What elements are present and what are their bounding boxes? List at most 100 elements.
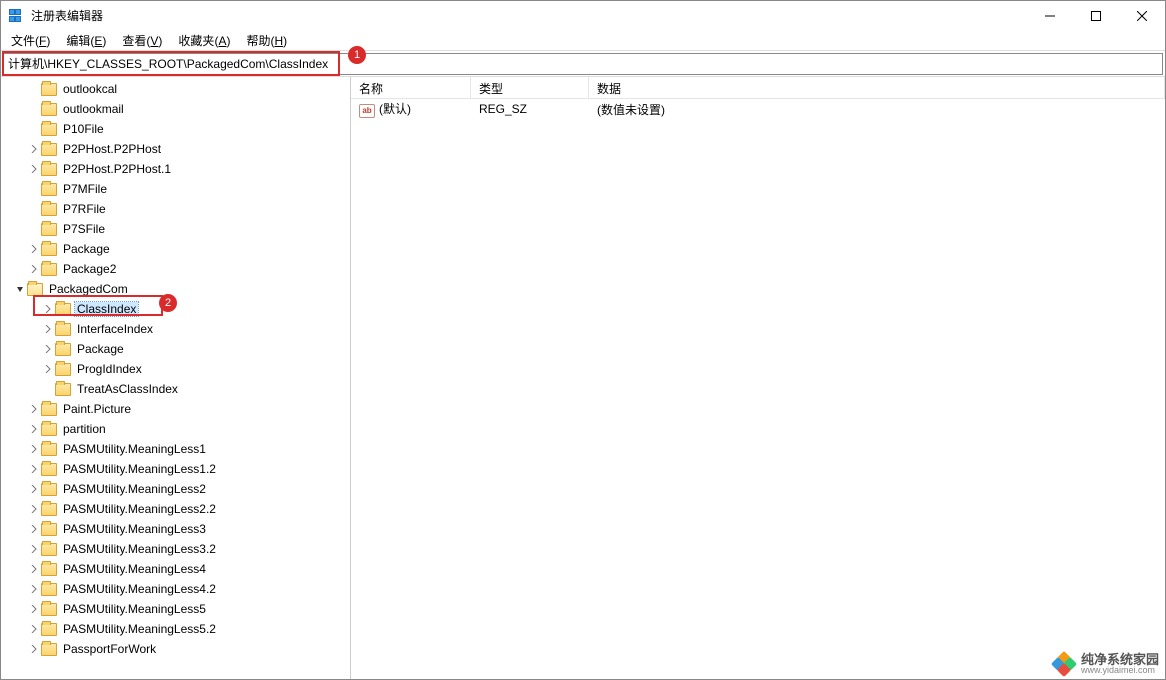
chevron-right-icon[interactable] [41, 345, 55, 353]
tree-item-label: ClassIndex [75, 302, 138, 316]
tree-item-label: PASMUtility.MeaningLess5.2 [61, 622, 218, 636]
value-row[interactable]: ab(默认)REG_SZ(数值未设置) [351, 99, 1165, 119]
tree-item[interactable]: PASMUtility.MeaningLess5 [1, 599, 350, 619]
folder-icon [41, 543, 57, 556]
folder-icon [55, 343, 71, 356]
values-header: 名称 类型 数据 [351, 77, 1165, 99]
tree-item-label: Package [61, 242, 112, 256]
chevron-right-icon[interactable] [27, 425, 41, 433]
tree-item[interactable]: partition [1, 419, 350, 439]
tree-item-label: InterfaceIndex [75, 322, 155, 336]
menu-bar: 文件(F) 编辑(E) 查看(V) 收藏夹(A) 帮助(H) [1, 31, 1165, 51]
value-data: (数值未设置) [589, 101, 1165, 118]
chevron-right-icon[interactable] [27, 505, 41, 513]
tree-item[interactable]: PASMUtility.MeaningLess3 [1, 519, 350, 539]
col-header-data[interactable]: 数据 [589, 77, 1165, 98]
chevron-right-icon[interactable] [41, 365, 55, 373]
tree-item[interactable]: TreatAsClassIndex [1, 379, 350, 399]
chevron-right-icon[interactable] [27, 605, 41, 613]
tree-item[interactable]: P10File [1, 119, 350, 139]
chevron-right-icon[interactable] [27, 465, 41, 473]
tree-item[interactable]: ClassIndex [1, 299, 350, 319]
tree-item[interactable]: InterfaceIndex [1, 319, 350, 339]
folder-icon [41, 583, 57, 596]
chevron-right-icon[interactable] [27, 525, 41, 533]
tree-item[interactable]: P7SFile [1, 219, 350, 239]
tree-item-label: P7RFile [61, 202, 108, 216]
tree-item-label: Paint.Picture [61, 402, 133, 416]
tree-item-label: PASMUtility.MeaningLess4.2 [61, 582, 218, 596]
tree-item[interactable]: PassportForWork [1, 639, 350, 659]
tree-item-label: PackagedCom [47, 282, 130, 296]
menu-favorites[interactable]: 收藏夹(A) [172, 30, 236, 51]
menu-edit[interactable]: 编辑(E) [60, 30, 112, 51]
tree-item-label: PASMUtility.MeaningLess5 [61, 602, 208, 616]
chevron-right-icon[interactable] [27, 165, 41, 173]
col-header-type[interactable]: 类型 [471, 77, 589, 98]
address-input[interactable] [3, 53, 1163, 75]
tree-item[interactable]: PackagedCom [1, 279, 350, 299]
chevron-right-icon[interactable] [27, 445, 41, 453]
minimize-button[interactable] [1027, 1, 1073, 30]
tree-item[interactable]: Package [1, 239, 350, 259]
folder-icon [41, 143, 57, 156]
chevron-right-icon[interactable] [27, 545, 41, 553]
chevron-down-icon[interactable] [13, 285, 27, 293]
folder-icon [27, 283, 43, 296]
tree-item[interactable]: PASMUtility.MeaningLess1.2 [1, 459, 350, 479]
tree-item[interactable]: P2PHost.P2PHost [1, 139, 350, 159]
tree-item[interactable]: P7MFile [1, 179, 350, 199]
chevron-right-icon[interactable] [27, 485, 41, 493]
tree-item[interactable]: Package [1, 339, 350, 359]
tree-item-label: outlookcal [61, 82, 119, 96]
col-header-name[interactable]: 名称 [351, 77, 471, 98]
folder-icon [41, 463, 57, 476]
chevron-right-icon[interactable] [27, 145, 41, 153]
chevron-right-icon[interactable] [27, 245, 41, 253]
tree-item[interactable]: P7RFile [1, 199, 350, 219]
tree-item[interactable]: PASMUtility.MeaningLess4 [1, 559, 350, 579]
tree-item-label: P7SFile [61, 222, 107, 236]
chevron-right-icon[interactable] [27, 645, 41, 653]
folder-icon [41, 643, 57, 656]
folder-icon [41, 123, 57, 136]
tree-item[interactable]: Paint.Picture [1, 399, 350, 419]
chevron-right-icon[interactable] [27, 625, 41, 633]
tree-item-label: P10File [61, 122, 106, 136]
folder-icon [55, 323, 71, 336]
tree-item-label: PASMUtility.MeaningLess3.2 [61, 542, 218, 556]
values-body[interactable]: ab(默认)REG_SZ(数值未设置) [351, 99, 1165, 679]
maximize-button[interactable] [1073, 1, 1119, 30]
tree-item-label: PASMUtility.MeaningLess1.2 [61, 462, 218, 476]
chevron-right-icon[interactable] [27, 585, 41, 593]
tree-pane[interactable]: outlookcal outlookmail P10File P2PHost.P2PH… [1, 77, 351, 679]
chevron-right-icon[interactable] [27, 265, 41, 273]
tree-item[interactable]: outlookcal [1, 79, 350, 99]
menu-view[interactable]: 查看(V) [116, 30, 168, 51]
tree-item-label: Package2 [61, 262, 118, 276]
tree-item[interactable]: PASMUtility.MeaningLess2.2 [1, 499, 350, 519]
chevron-right-icon[interactable] [27, 565, 41, 573]
tree-item[interactable]: Package2 [1, 259, 350, 279]
chevron-right-icon[interactable] [41, 325, 55, 333]
window-controls [1027, 1, 1165, 30]
tree-item[interactable]: PASMUtility.MeaningLess3.2 [1, 539, 350, 559]
value-type: REG_SZ [471, 102, 589, 116]
tree-item[interactable]: ProgIdIndex [1, 359, 350, 379]
chevron-right-icon[interactable] [41, 305, 55, 313]
tree-item-label: PASMUtility.MeaningLess2 [61, 482, 208, 496]
tree-item[interactable]: PASMUtility.MeaningLess5.2 [1, 619, 350, 639]
title-bar: 注册表编辑器 [1, 1, 1165, 31]
tree-item-label: PassportForWork [61, 642, 158, 656]
menu-help[interactable]: 帮助(H) [240, 30, 293, 51]
folder-icon [55, 303, 71, 316]
folder-icon [41, 623, 57, 636]
tree-item[interactable]: outlookmail [1, 99, 350, 119]
close-button[interactable] [1119, 1, 1165, 30]
tree-item[interactable]: PASMUtility.MeaningLess4.2 [1, 579, 350, 599]
menu-file[interactable]: 文件(F) [5, 30, 56, 51]
tree-item[interactable]: P2PHost.P2PHost.1 [1, 159, 350, 179]
tree-item[interactable]: PASMUtility.MeaningLess2 [1, 479, 350, 499]
tree-item[interactable]: PASMUtility.MeaningLess1 [1, 439, 350, 459]
chevron-right-icon[interactable] [27, 405, 41, 413]
